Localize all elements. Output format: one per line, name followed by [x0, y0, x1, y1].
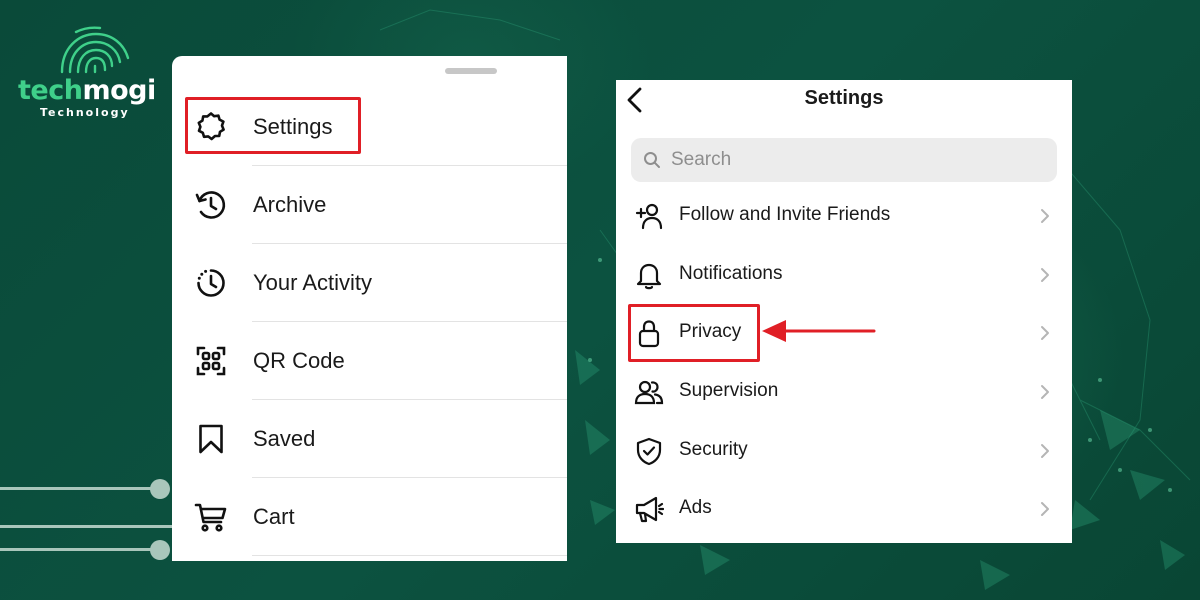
settings-row-ads[interactable]: Ads [616, 479, 1072, 538]
sheet-drag-handle[interactable] [445, 68, 497, 74]
bookmark-icon [199, 424, 223, 454]
red-pointer-arrow-icon [762, 320, 876, 342]
chevron-right-icon [1041, 502, 1049, 517]
chevron-right-icon [1041, 385, 1049, 400]
fingerprint-logo-icon [60, 26, 130, 74]
cart-icon [194, 503, 227, 532]
settings-row-label: Ads [679, 497, 712, 519]
logo-wordmark: techmogi [18, 76, 156, 106]
settings-row-supervision[interactable]: Supervision [616, 362, 1072, 421]
logo-word-mogi: mogi [82, 75, 156, 106]
menu-item-label: QR Code [253, 348, 345, 373]
chevron-right-icon [1041, 326, 1049, 341]
divider [252, 555, 567, 556]
menu-item-label: Cart [253, 504, 295, 529]
menu-item-label: Saved [253, 426, 316, 451]
settings-row-follow-and-invite-friends[interactable]: Follow and Invite Friends [616, 186, 1072, 245]
shield-check-icon [636, 437, 662, 465]
settings-row-label: Follow and Invite Friends [679, 204, 891, 225]
qr-code-icon [196, 346, 226, 376]
page-title: Settings [804, 87, 884, 109]
search-bar[interactable] [631, 138, 1057, 182]
decorative-line [0, 548, 162, 551]
add-person-icon [635, 203, 663, 230]
settings-list: Follow and Invite Friends Notifications [616, 186, 1072, 538]
profile-menu-list: Settings Archive Your Activity QR Code S… [172, 88, 567, 556]
logo-subtitle: Technology [40, 106, 130, 119]
settings-row-label: Notifications [679, 262, 783, 284]
settings-row-security[interactable]: Security [616, 421, 1072, 480]
archive-clock-icon [195, 191, 226, 219]
decorative-line [0, 525, 172, 528]
activity-clock-icon [197, 269, 225, 297]
decorative-dot [150, 479, 170, 499]
decorative-dot [150, 540, 170, 560]
chevron-right-icon [1041, 209, 1049, 223]
menu-item-label: Archive [253, 192, 327, 217]
settings-row-label: Security [679, 438, 748, 460]
settings-header: Settings [616, 80, 1072, 120]
settings-row-label: Supervision [679, 380, 779, 402]
menu-item-label: Your Activity [253, 270, 373, 295]
chevron-right-icon [1041, 443, 1049, 458]
megaphone-icon [635, 497, 664, 523]
menu-item-archive[interactable]: Archive [172, 166, 567, 244]
settings-highlight-box [185, 97, 361, 154]
people-icon [634, 380, 664, 405]
decorative-line [0, 487, 162, 490]
menu-item-cart[interactable]: Cart [172, 478, 567, 556]
search-input[interactable] [671, 138, 1041, 182]
logo-word-tech: tech [18, 75, 83, 106]
chevron-right-icon [1041, 267, 1049, 282]
privacy-highlight-box [628, 304, 760, 362]
menu-item-saved[interactable]: Saved [172, 400, 567, 478]
menu-item-qr-code[interactable]: QR Code [172, 322, 567, 400]
menu-item-your-activity[interactable]: Your Activity [172, 244, 567, 322]
bell-icon [636, 263, 662, 289]
search-icon [644, 152, 660, 168]
settings-row-notifications[interactable]: Notifications [616, 245, 1072, 304]
techmogi-logo: techmogi Technology [18, 26, 168, 122]
